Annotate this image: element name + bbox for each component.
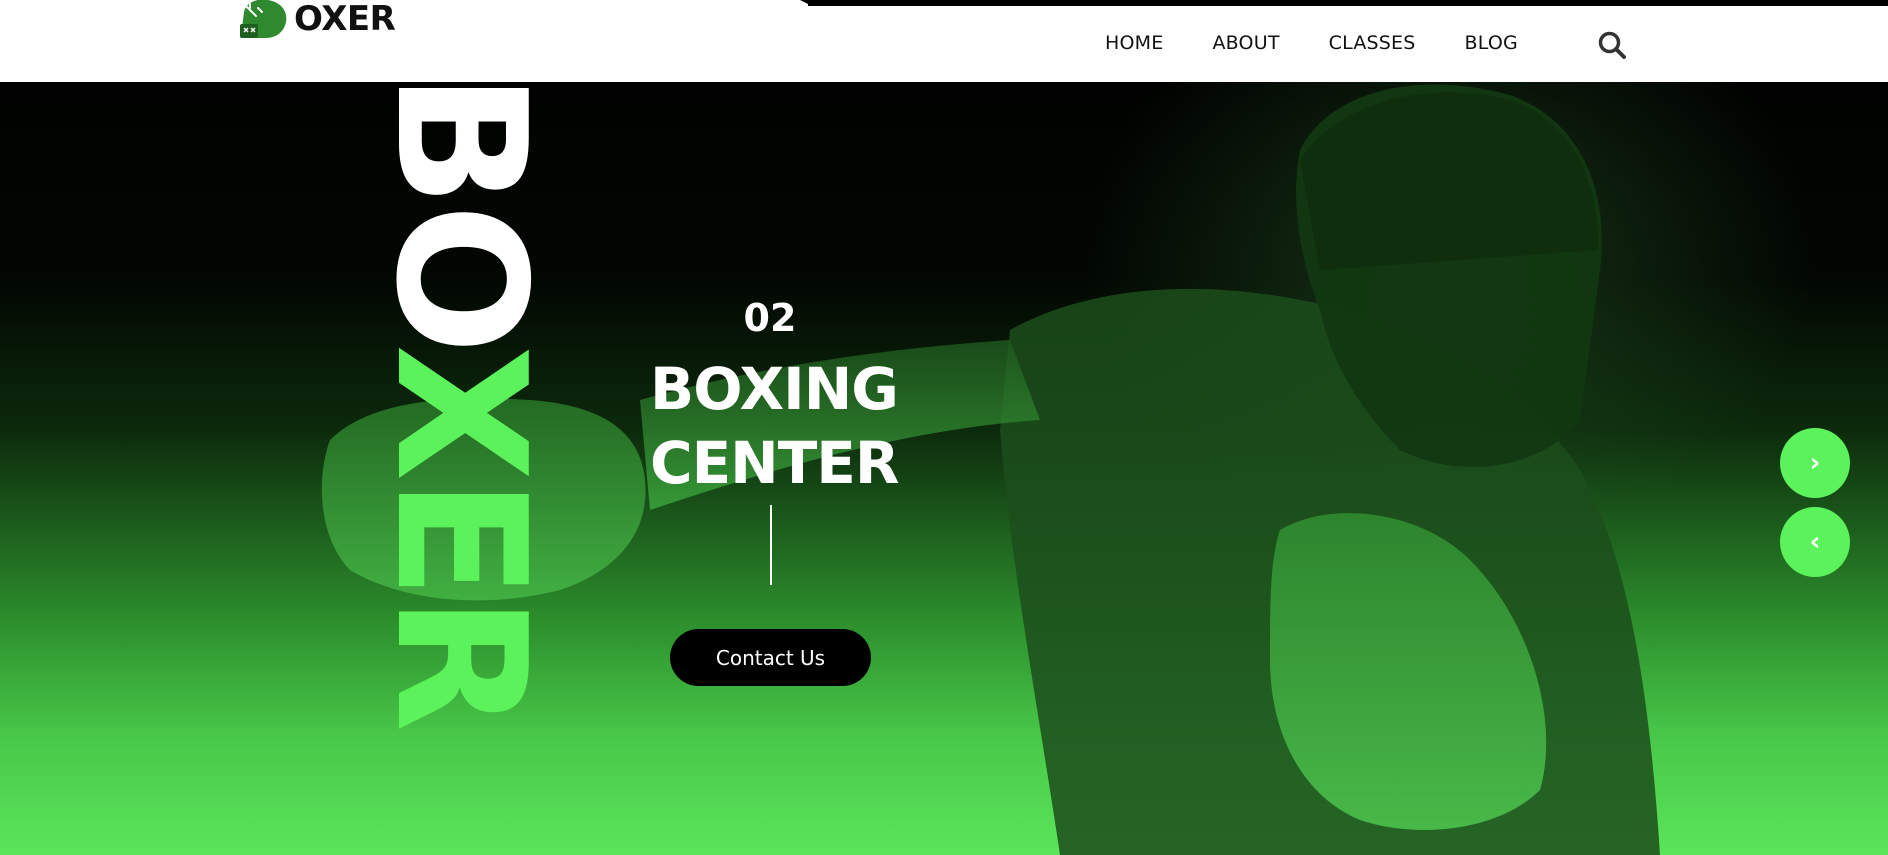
vertical-word-white: BO xyxy=(357,71,564,345)
divider-line xyxy=(770,505,772,585)
nav-item-classes[interactable]: CLASSES xyxy=(1329,32,1416,54)
contact-us-button[interactable]: Contact Us xyxy=(670,629,871,686)
hero-title-line-2: CENTER xyxy=(650,429,900,497)
hero-section: BOXER 02 BOXING CENTER Contact Us › ‹ xyxy=(0,0,1888,855)
nav-item-home[interactable]: HOME xyxy=(1105,32,1163,54)
chevron-right-icon: › xyxy=(1809,448,1821,478)
next-slide-button[interactable]: › xyxy=(1780,428,1850,498)
search-button[interactable] xyxy=(1597,30,1627,60)
slide-number: 02 xyxy=(743,296,797,340)
boxing-glove-logo-icon xyxy=(240,0,287,38)
hero-title: BOXING CENTER xyxy=(650,352,950,500)
vertical-word-green: XER xyxy=(357,344,564,729)
brand-name: OXER xyxy=(294,0,396,39)
main-nav: HOME ABOUT CLASSES BLOG xyxy=(1105,32,1567,54)
header-extension xyxy=(0,60,540,82)
chevron-left-icon: ‹ xyxy=(1809,527,1821,557)
vertical-brand-word: BOXER xyxy=(357,72,564,729)
hero-title-line-1: BOXING xyxy=(650,355,899,423)
top-bar xyxy=(808,0,1888,6)
nav-item-about[interactable]: ABOUT xyxy=(1212,32,1279,54)
previous-slide-button[interactable]: ‹ xyxy=(1780,507,1850,577)
site-logo[interactable]: OXER xyxy=(236,0,396,39)
search-icon xyxy=(1598,31,1626,59)
nav-item-blog[interactable]: BLOG xyxy=(1465,32,1518,54)
